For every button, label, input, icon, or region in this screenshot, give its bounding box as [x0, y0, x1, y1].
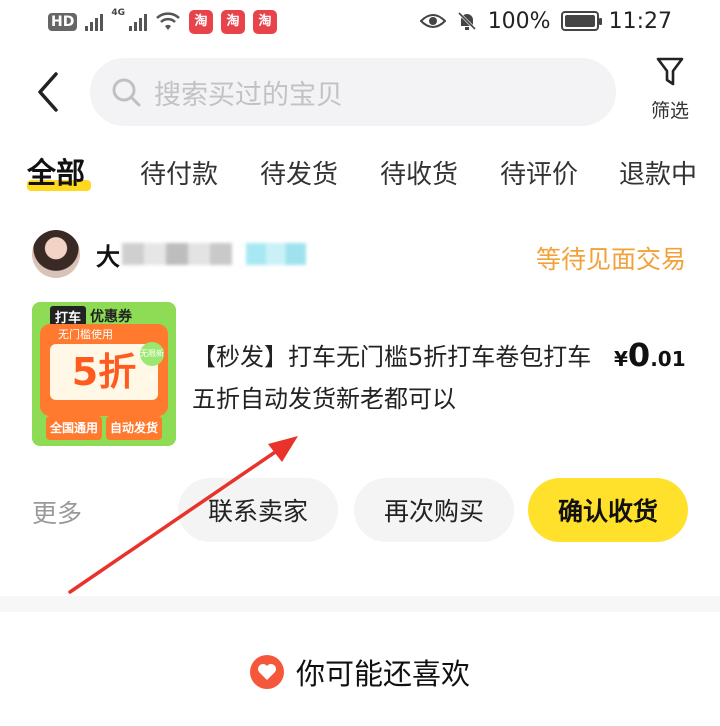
- filter-icon: [656, 57, 684, 86]
- thumb-label: 全国通用: [45, 416, 102, 440]
- section-divider: [0, 596, 720, 612]
- price-integer: 0: [627, 336, 651, 374]
- thumb-label: 自动发货: [106, 416, 163, 440]
- order-actions: 更多 联系卖家 再次购买 确认收货: [0, 478, 720, 544]
- search-icon: [112, 78, 141, 107]
- network-type: 4G: [111, 8, 125, 18]
- signal-icon-2: [129, 13, 147, 31]
- tab-label: 待评价: [500, 160, 579, 190]
- blurred-name: [122, 243, 232, 265]
- app-notification-icon: 淘: [189, 10, 213, 34]
- product-thumbnail[interactable]: 打车 优惠券 无门槛使用 5折 无限新老 全国通用 自动发货: [32, 302, 176, 446]
- status-right: 100% 11:27: [419, 6, 672, 36]
- buy-again-button[interactable]: 再次购买: [354, 478, 514, 542]
- tab-label: 待付款: [140, 160, 219, 190]
- tab-pending-review[interactable]: 待评价: [500, 154, 578, 191]
- header: 搜索买过的宝贝 筛选: [0, 50, 720, 134]
- eye-icon: [419, 14, 446, 28]
- seller-name[interactable]: 大: [96, 240, 306, 271]
- tab-label: 退款中: [619, 160, 698, 190]
- tab-refunding[interactable]: 退款中: [619, 154, 697, 191]
- contact-seller-button[interactable]: 联系卖家: [178, 478, 338, 542]
- product-title[interactable]: 【秒发】打车无门槛5折打车卷包打车五折自动发货新老都可以: [192, 336, 592, 420]
- confirm-receipt-button[interactable]: 确认收货: [528, 478, 688, 542]
- status-bar: HD 4G 淘 淘 淘 100% 11:27: [0, 0, 720, 44]
- recommend-header: 你可能还喜欢: [0, 650, 720, 694]
- price-decimal: .01: [650, 347, 686, 371]
- thumb-subtitle: 无门槛使用: [58, 328, 113, 341]
- price-symbol: ¥: [614, 347, 628, 371]
- battery-percent: 100%: [487, 8, 551, 34]
- product-row[interactable]: 打车 优惠券 无门槛使用 5折 无限新老 全国通用 自动发货 【秒发】打车无门槛…: [0, 300, 720, 446]
- mute-bell-icon: [457, 11, 476, 31]
- tab-label: 待发货: [260, 160, 339, 190]
- back-button[interactable]: [32, 70, 68, 114]
- heart-icon: [249, 655, 284, 689]
- app-notification-icon: 淘: [253, 10, 277, 34]
- thumb-bottom-labels: 全国通用 自动发货: [40, 416, 168, 440]
- seller-name-initial: 大: [96, 242, 120, 271]
- back-arrow-icon: [38, 72, 58, 112]
- tab-pending-shipment[interactable]: 待发货: [260, 154, 338, 191]
- recommend-title: 你可能还喜欢: [295, 657, 470, 691]
- tab-all[interactable]: 全部: [27, 150, 85, 192]
- seller-row[interactable]: 大 等待见面交易: [0, 226, 720, 286]
- thumb-tag2: 优惠券: [90, 309, 132, 325]
- filter-button[interactable]: 筛选: [640, 56, 700, 130]
- search-bar[interactable]: 搜索买过的宝贝: [90, 58, 616, 126]
- blurred-tag: [246, 243, 306, 265]
- more-button[interactable]: 更多: [32, 494, 82, 530]
- app-notification-icon: 淘: [221, 10, 245, 34]
- wifi-icon: [156, 12, 180, 30]
- coupon-graphic: 无门槛使用 5折 无限新老: [40, 324, 168, 416]
- seller-avatar[interactable]: [32, 230, 80, 278]
- hd-indicator: HD: [48, 13, 78, 31]
- clock: 11:27: [608, 8, 672, 34]
- tab-pending-payment[interactable]: 待付款: [140, 154, 218, 191]
- status-left: HD 4G 淘 淘 淘: [48, 8, 277, 36]
- search-input[interactable]: 搜索买过的宝贝: [154, 73, 343, 112]
- filter-label: 筛选: [650, 100, 689, 122]
- order-status: 等待见面交易: [535, 245, 686, 274]
- tab-label: 待收货: [380, 160, 459, 190]
- signal-icon: [85, 13, 104, 31]
- battery-icon: [560, 11, 602, 31]
- product-price: ¥0.01: [614, 336, 686, 374]
- order-tabs: 全部 待付款 待发货 待收货 待评价 退款中: [0, 150, 720, 200]
- tab-label: 全部: [27, 156, 86, 190]
- tab-pending-receipt[interactable]: 待收货: [380, 154, 458, 191]
- thumb-badge: 无限新老: [140, 342, 164, 382]
